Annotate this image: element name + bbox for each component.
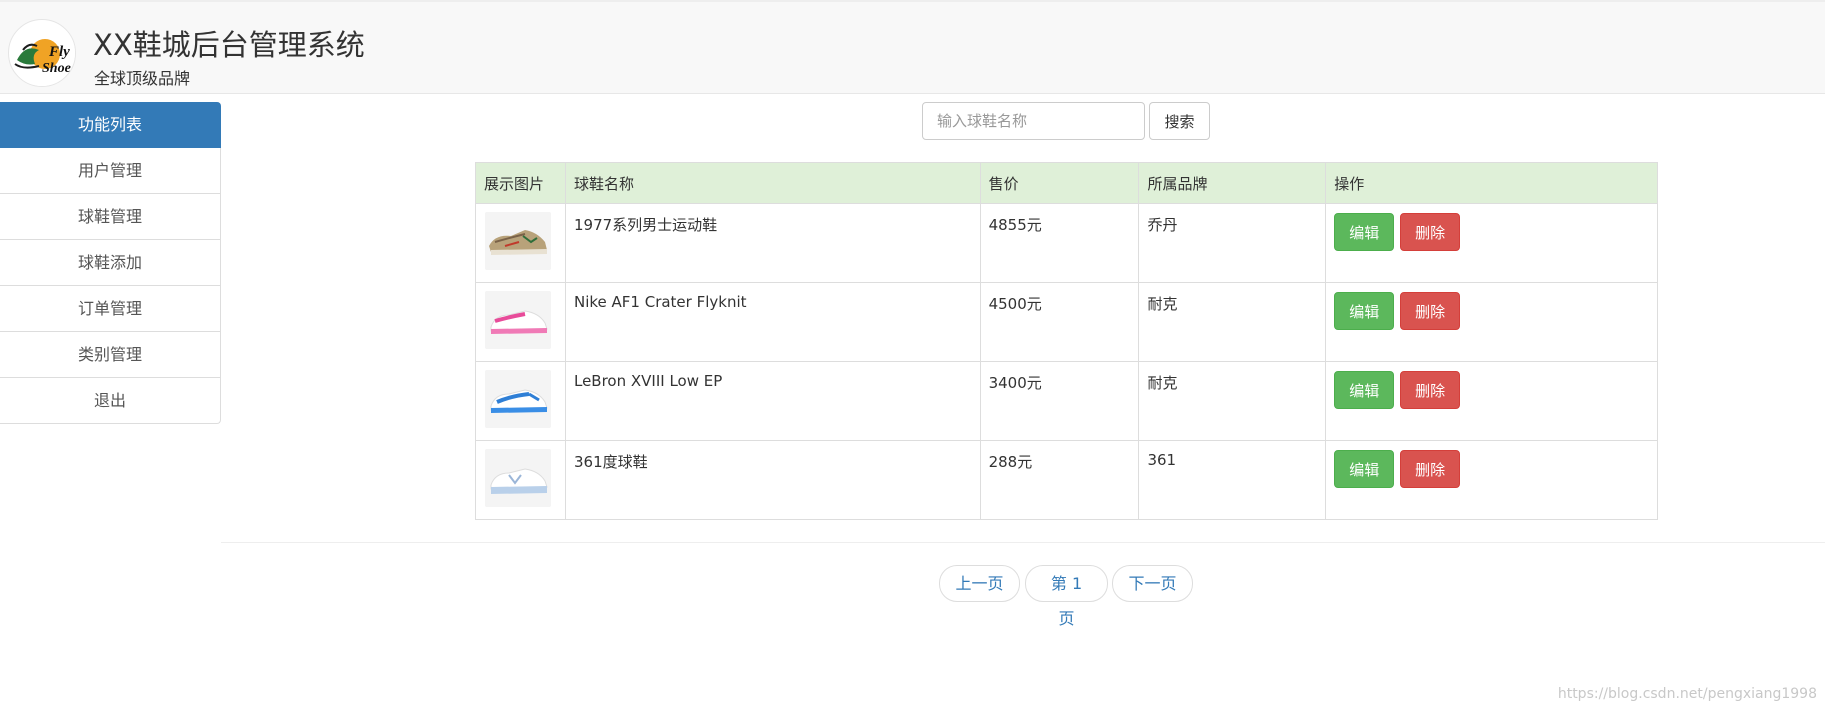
shoe-name: LeBron XVIII Low EP: [564, 361, 981, 441]
shoe-price: 4855元: [979, 203, 1140, 283]
image-cell: [475, 440, 566, 520]
sidebar-item-logout[interactable]: 退出: [0, 378, 221, 424]
svg-text:Fly: Fly: [48, 44, 70, 60]
actions-cell: 编辑 删除: [1325, 203, 1658, 283]
sidebar-item-order-management[interactable]: 订单管理: [0, 286, 221, 332]
shoe-price: 3400元: [979, 361, 1140, 441]
svg-text:Shoe: Shoe: [42, 61, 71, 76]
watermark: https://blog.csdn.net/pengxiang1998: [1557, 686, 1817, 702]
page-title: XX鞋城后台管理系统: [93, 28, 365, 62]
delete-button[interactable]: 删除: [1400, 292, 1461, 330]
fly-shoe-logo: Fly Shoe: [8, 19, 76, 87]
sidebar-item-shoe-management[interactable]: 球鞋管理: [0, 194, 221, 240]
table-row: LeBron XVIII Low EP 3400元 耐克 编辑 删除: [475, 361, 1658, 441]
content-divider: [221, 542, 1825, 543]
sneaker-tan-thumb: [485, 212, 551, 270]
shoe-name: Nike AF1 Crater Flyknit: [564, 282, 981, 362]
image-cell: [475, 203, 566, 283]
sidebar-item-function-list[interactable]: 功能列表: [0, 102, 221, 148]
column-header-price: 售价: [979, 162, 1140, 204]
shoe-name: 361度球鞋: [564, 440, 981, 520]
page-subtitle: 全球顶级品牌: [94, 69, 191, 88]
search-input[interactable]: [922, 102, 1145, 140]
header: Fly Shoe XX鞋城后台管理系统 全球顶级品牌: [0, 0, 1825, 94]
actions-cell: 编辑 删除: [1325, 361, 1658, 441]
current-page-indicator[interactable]: 第 1 页: [1025, 565, 1108, 628]
edit-button[interactable]: 编辑: [1334, 292, 1395, 330]
column-header-brand: 所属品牌: [1138, 162, 1327, 204]
sneaker-pink-thumb: [485, 291, 551, 349]
table-header-row: 展示图片 球鞋名称 售价 所属品牌 操作: [475, 162, 1658, 204]
shoe-price: 288元: [979, 440, 1140, 520]
shoe-brand: 乔丹: [1138, 203, 1327, 283]
image-cell: [475, 282, 566, 362]
shoe-name: 1977系列男士运动鞋: [564, 203, 981, 283]
edit-button[interactable]: 编辑: [1334, 371, 1395, 409]
delete-button[interactable]: 删除: [1400, 371, 1461, 409]
column-header-image: 展示图片: [475, 162, 566, 204]
shoe-brand: 耐克: [1138, 361, 1327, 441]
column-header-name: 球鞋名称: [564, 162, 981, 204]
logo-image: Fly Shoe: [10, 21, 75, 86]
shoe-brand: 361: [1138, 440, 1327, 520]
next-page-button[interactable]: 下一页: [1112, 565, 1193, 602]
sidebar-item-category-management[interactable]: 类别管理: [0, 332, 221, 378]
sidebar: 功能列表 用户管理 球鞋管理 球鞋添加 订单管理 类别管理 退出: [0, 102, 221, 424]
shoe-price: 4500元: [979, 282, 1140, 362]
actions-cell: 编辑 删除: [1325, 282, 1658, 362]
edit-button[interactable]: 编辑: [1334, 213, 1395, 251]
shoe-brand: 耐克: [1138, 282, 1327, 362]
column-header-actions: 操作: [1325, 162, 1658, 204]
sneaker-white-thumb: [485, 449, 551, 507]
actions-cell: 编辑 删除: [1325, 440, 1658, 520]
previous-page-button[interactable]: 上一页: [939, 565, 1020, 602]
table-row: 1977系列男士运动鞋 4855元 乔丹 编辑 删除: [475, 203, 1658, 283]
sneaker-blue-thumb: [485, 370, 551, 428]
sidebar-item-user-management[interactable]: 用户管理: [0, 148, 221, 194]
shoe-table: 展示图片 球鞋名称 售价 所属品牌 操作 1977系列男士运动鞋 4855元 乔…: [475, 162, 1658, 520]
search-button[interactable]: 搜索: [1149, 102, 1210, 140]
edit-button[interactable]: 编辑: [1334, 450, 1395, 488]
table-row: Nike AF1 Crater Flyknit 4500元 耐克 编辑 删除: [475, 282, 1658, 362]
image-cell: [475, 361, 566, 441]
delete-button[interactable]: 删除: [1400, 213, 1461, 251]
table-row: 361度球鞋 288元 361 编辑 删除: [475, 440, 1658, 520]
delete-button[interactable]: 删除: [1400, 450, 1461, 488]
sidebar-item-shoe-add[interactable]: 球鞋添加: [0, 240, 221, 286]
